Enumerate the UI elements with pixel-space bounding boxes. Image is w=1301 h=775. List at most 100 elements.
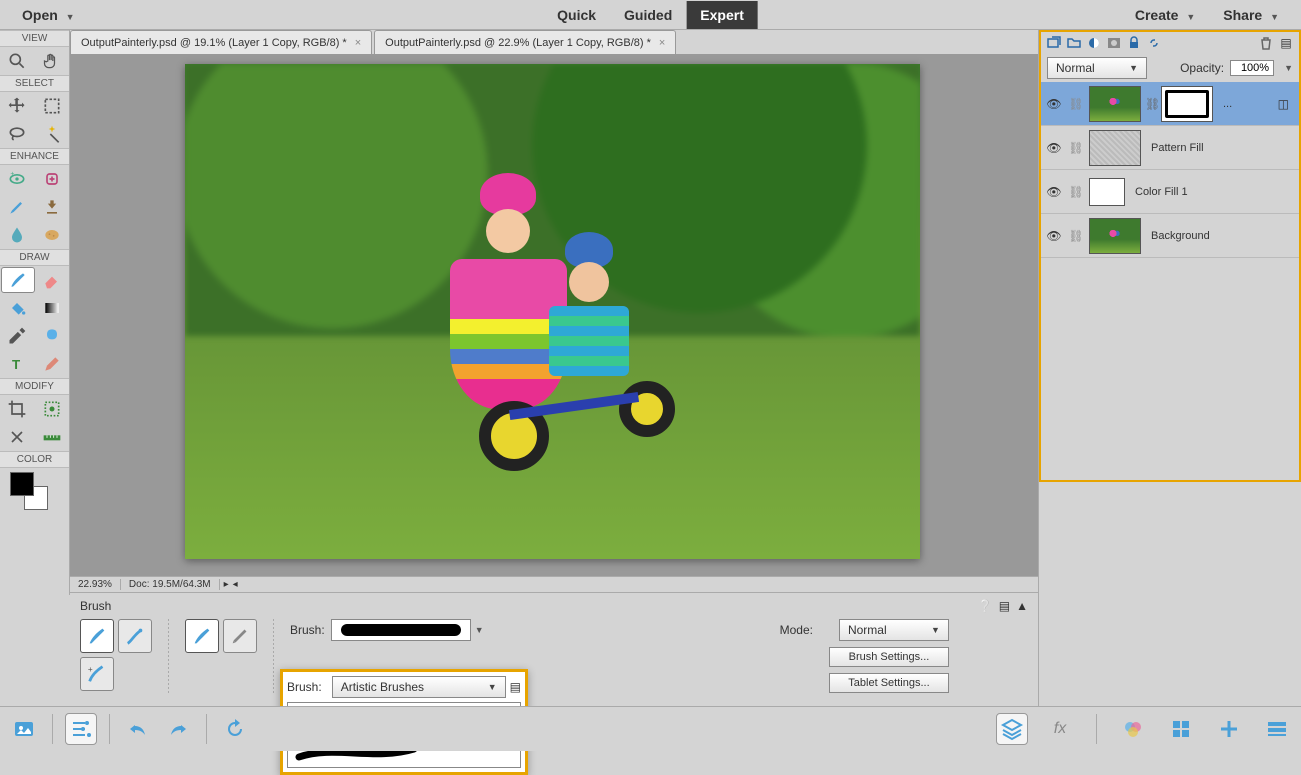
lock-icon[interactable]: [1125, 34, 1143, 52]
move-tool[interactable]: [0, 92, 35, 120]
document-tab-label: OutputPainterly.psd @ 19.1% (Layer 1 Cop…: [81, 37, 347, 49]
collapse-icon[interactable]: ▲: [1016, 599, 1028, 613]
close-icon[interactable]: ×: [355, 37, 361, 49]
tablet-settings-button[interactable]: Tablet Settings...: [829, 673, 949, 693]
document-tab[interactable]: OutputPainterly.psd @ 22.9% (Layer 1 Cop…: [374, 30, 676, 54]
straighten-tool[interactable]: [35, 423, 70, 451]
blur-tool[interactable]: [0, 221, 35, 249]
link-icon[interactable]: ⛓: [1067, 229, 1085, 243]
marquee-tool[interactable]: [35, 92, 70, 120]
visibility-icon[interactable]: 👁: [1045, 97, 1063, 111]
brush-mode-normal[interactable]: [80, 619, 114, 653]
toolbox: VIEW SELECT ENHANCE + DRAW T MODIF: [0, 30, 70, 595]
photo-bin-icon[interactable]: [8, 713, 40, 745]
artboard: [185, 64, 920, 559]
content-aware-move-tool[interactable]: [0, 423, 35, 451]
visibility-icon[interactable]: 👁: [1045, 141, 1063, 155]
filters-icon[interactable]: [1117, 713, 1149, 745]
brush-picker-menu-icon[interactable]: ▤: [510, 680, 521, 694]
share-menu[interactable]: Share ▼: [1209, 1, 1293, 29]
brush-preview-swatch[interactable]: [331, 619, 471, 641]
opacity-input[interactable]: [1230, 60, 1274, 76]
document-tab[interactable]: OutputPainterly.psd @ 19.1% (Layer 1 Cop…: [70, 30, 372, 54]
redo-icon[interactable]: [162, 713, 194, 745]
brush-variant-a[interactable]: [185, 619, 219, 653]
link-icon[interactable]: ⛓: [1067, 141, 1085, 155]
pencil-tool[interactable]: [35, 350, 70, 378]
layer-thumb[interactable]: [1089, 86, 1141, 122]
zoom-tool[interactable]: [0, 47, 35, 75]
layer-thumb[interactable]: [1089, 178, 1125, 206]
rotate-icon[interactable]: [219, 713, 251, 745]
close-icon[interactable]: ×: [659, 37, 665, 49]
undo-icon[interactable]: [122, 713, 154, 745]
layer-mask-thumb[interactable]: [1161, 86, 1213, 122]
type-tool[interactable]: T: [0, 350, 35, 378]
layers-icon[interactable]: [996, 713, 1028, 745]
layer-thumb[interactable]: [1089, 130, 1141, 166]
canvas-area[interactable]: [70, 54, 1038, 576]
effects-icon[interactable]: fx: [1044, 713, 1076, 745]
visibility-icon[interactable]: 👁: [1045, 229, 1063, 243]
brush-category-select[interactable]: Artistic Brushes▼: [332, 676, 506, 698]
visibility-icon[interactable]: 👁: [1045, 185, 1063, 199]
link-icon[interactable]: ⛓: [1067, 185, 1085, 199]
options-title: Brush: [80, 599, 111, 613]
magic-wand-tool[interactable]: [35, 120, 70, 148]
blend-mode-select[interactable]: Normal▼: [839, 619, 949, 641]
color-swatches: [0, 468, 69, 518]
eyedropper-tool[interactable]: [0, 322, 35, 350]
layer-row[interactable]: 👁 ⛓ Color Fill 1: [1041, 170, 1299, 214]
layer-blend-mode-select[interactable]: Normal▼: [1047, 57, 1147, 79]
shape-tool[interactable]: [35, 322, 70, 350]
gradient-tool[interactable]: [35, 294, 70, 322]
lasso-tool[interactable]: [0, 120, 35, 148]
layer-row[interactable]: 👁 ⛓ Pattern Fill: [1041, 126, 1299, 170]
hand-tool[interactable]: [35, 47, 70, 75]
crop-tool[interactable]: [0, 395, 35, 423]
layer-row[interactable]: 👁 ⛓ Background: [1041, 214, 1299, 258]
styles-icon[interactable]: [1165, 713, 1197, 745]
mode-expert[interactable]: Expert: [686, 1, 758, 29]
trash-icon[interactable]: [1257, 34, 1275, 52]
smart-brush-tool[interactable]: [0, 193, 35, 221]
layer-row[interactable]: 👁 ⛓ ⛓ ... ◫: [1041, 82, 1299, 126]
opacity-label: Opacity:: [1180, 61, 1224, 75]
link-icon[interactable]: ⛓: [1067, 97, 1085, 111]
help-icon[interactable]: ❔: [978, 599, 993, 613]
brush-mode-color-replace[interactable]: +: [80, 657, 114, 691]
more-icon[interactable]: [1261, 713, 1293, 745]
link-layers-icon[interactable]: [1145, 34, 1163, 52]
svg-text:T: T: [12, 357, 20, 372]
paint-bucket-tool[interactable]: [0, 294, 35, 322]
panel-menu-icon[interactable]: ▤: [1277, 34, 1295, 52]
layer-name: ...: [1223, 98, 1232, 110]
new-group-icon[interactable]: [1065, 34, 1083, 52]
clone-stamp-tool[interactable]: [35, 193, 70, 221]
spot-heal-tool[interactable]: [35, 165, 70, 193]
mask-icon[interactable]: [1105, 34, 1123, 52]
graphics-icon[interactable]: [1213, 713, 1245, 745]
tool-options-icon[interactable]: [65, 713, 97, 745]
sponge-tool[interactable]: [35, 221, 70, 249]
eraser-tool[interactable]: [36, 266, 70, 294]
mode-quick[interactable]: Quick: [543, 1, 610, 29]
create-menu[interactable]: Create ▼: [1121, 1, 1209, 29]
panel-menu-icon[interactable]: ▤: [999, 599, 1010, 613]
brush-tool[interactable]: [1, 267, 35, 293]
adjustment-layer-icon[interactable]: [1085, 34, 1103, 52]
zoom-level[interactable]: 22.93%: [70, 579, 121, 590]
redeye-tool[interactable]: +: [0, 165, 35, 193]
brush-settings-button[interactable]: Brush Settings...: [829, 647, 949, 667]
recompose-tool[interactable]: [35, 395, 70, 423]
layer-name: Pattern Fill: [1151, 142, 1204, 154]
layer-thumb[interactable]: [1089, 218, 1141, 254]
app-topbar: Open ▼ Quick Guided Expert Create ▼ Shar…: [0, 0, 1301, 30]
new-layer-icon[interactable]: [1045, 34, 1063, 52]
mode-guided[interactable]: Guided: [610, 1, 686, 29]
open-menu[interactable]: Open ▼: [8, 1, 89, 29]
brush-variant-b[interactable]: [223, 619, 257, 653]
brush-label: Brush:: [290, 623, 325, 637]
brush-mode-impressionist[interactable]: [118, 619, 152, 653]
foreground-color[interactable]: [10, 472, 34, 496]
